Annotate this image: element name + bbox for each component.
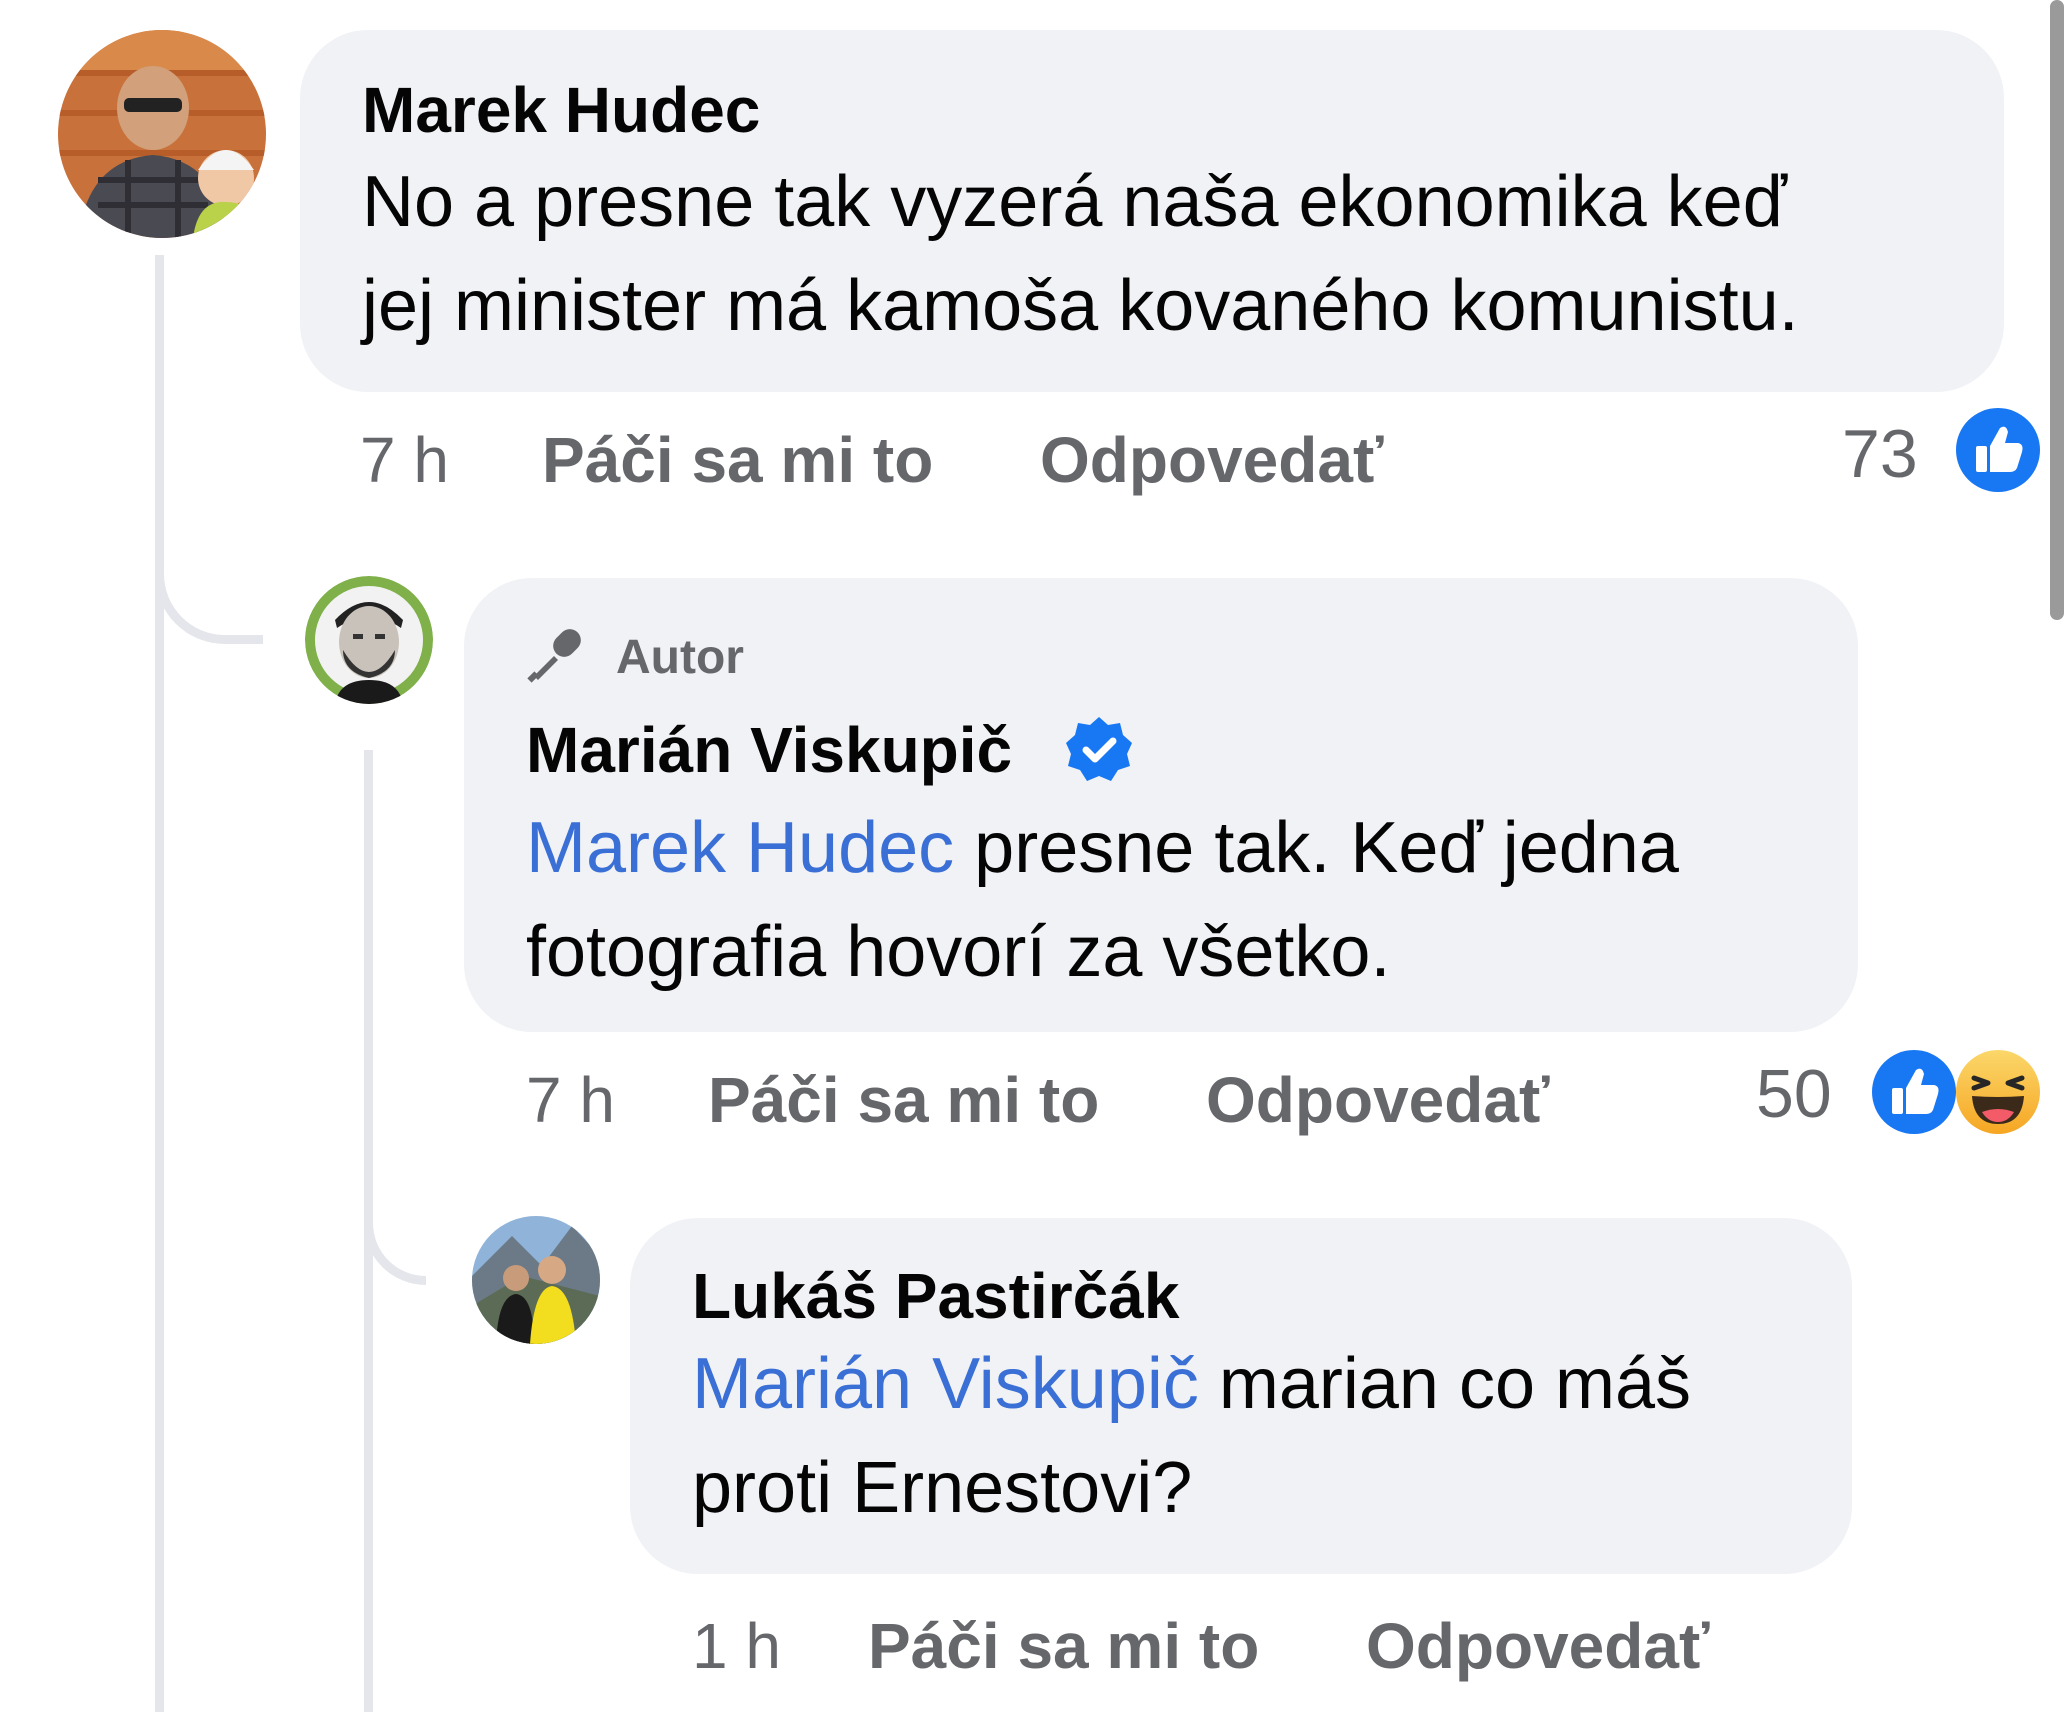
comment-text-line: No a presne tak vyzerá naša ekonomika ke… [362,162,1787,242]
like-button[interactable]: Páči sa mi to [708,1068,1099,1132]
comment-bubble: Lukáš Pastirčák Marián Viskupič marian c… [630,1218,1852,1574]
thread-connector-reply-2 [364,1180,426,1285]
comment-author[interactable]: Marián Viskupič [526,718,1012,782]
reply-button[interactable]: Odpovedať [1040,428,1384,492]
verified-badge-icon [1064,715,1134,785]
comment-bubble: Autor Marián Viskupič Marek Hudec presne… [464,578,1858,1032]
haha-icon[interactable] [1956,1050,2040,1134]
microphone-icon [526,622,590,686]
like-button[interactable]: Páči sa mi to [868,1614,1259,1678]
comment-text-line: Marián Viskupič marian co máš [692,1332,1691,1436]
mention-link[interactable]: Marek Hudec [526,808,954,888]
comment-text-segment: presne tak. Keď jedna [954,808,1679,888]
comment-timestamp[interactable]: 1 h [692,1614,781,1678]
comment-text-line: proti Ernestovi? [692,1448,1193,1528]
comment-timestamp[interactable]: 7 h [360,428,449,492]
vertical-scrollbar[interactable] [2050,0,2064,620]
comment-text-line: Marek Hudec presne tak. Keď jedna [526,796,1679,900]
comment-bubble: Marek Hudec No a presne tak vyzerá naša … [300,30,2004,392]
avatar-lukas-pastircak[interactable] [472,1216,600,1344]
avatar-marek-hudec[interactable] [58,30,266,238]
comment-author[interactable]: Lukáš Pastirčák [692,1264,1179,1328]
reaction-count[interactable]: 73 [1842,420,1918,488]
thread-line-main [155,255,164,1712]
reply-button[interactable]: Odpovedať [1366,1614,1710,1678]
reply-button[interactable]: Odpovedať [1206,1068,1550,1132]
like-button[interactable]: Páči sa mi to [542,428,933,492]
comment-timestamp[interactable]: 7 h [526,1068,615,1132]
like-icon[interactable] [1872,1050,1956,1134]
comment-text-line: jej minister má kamoša kovaného komunist… [362,266,1799,346]
avatar-marian-viskupic[interactable] [305,576,433,704]
thread-connector-reply-1 [155,520,263,644]
comment-text-line: fotografia hovorí za všetko. [526,912,1391,992]
comment-author[interactable]: Marek Hudec [362,78,760,142]
author-badge: Autor [616,631,744,684]
like-icon[interactable] [1956,408,2040,492]
mention-link[interactable]: Marián Viskupič [692,1344,1199,1424]
reaction-count[interactable]: 50 [1756,1060,1832,1128]
comment-text-segment: marian co máš [1198,1344,1692,1424]
